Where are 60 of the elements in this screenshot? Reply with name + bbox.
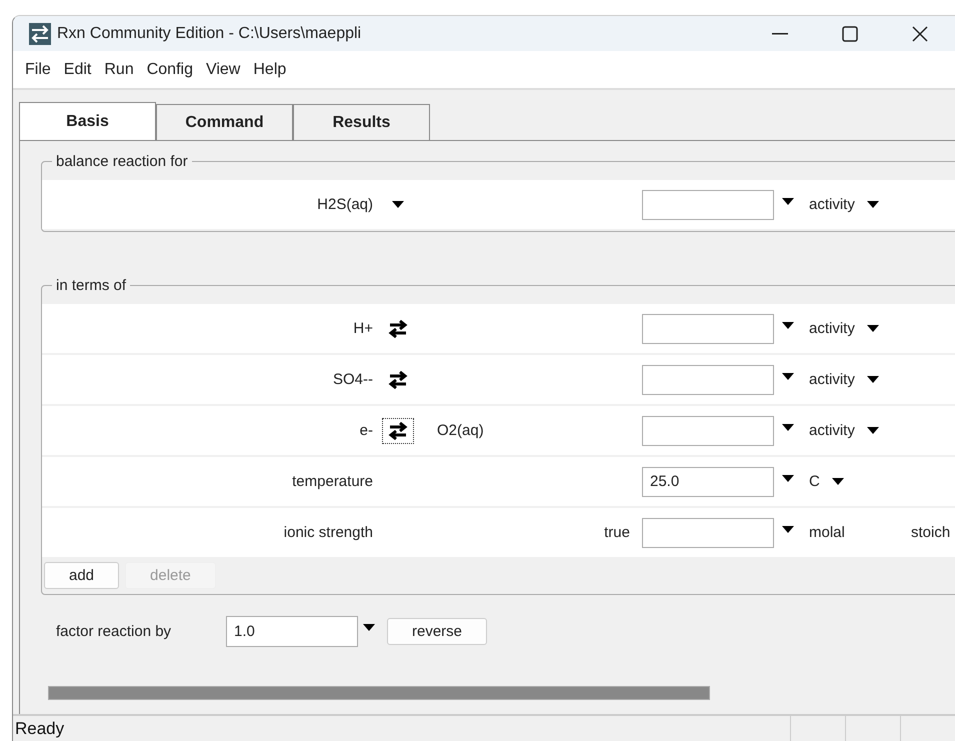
dropdown-caret-icon[interactable] bbox=[782, 424, 794, 431]
value-field[interactable] bbox=[642, 314, 774, 344]
dropdown-caret-icon[interactable] bbox=[363, 624, 375, 630]
factor-label: factor reaction by bbox=[56, 622, 172, 640]
group-title: in terms of bbox=[55, 277, 128, 294]
minimize-icon[interactable] bbox=[772, 32, 788, 34]
row-label: temperature bbox=[291, 473, 373, 490]
row-label: ionic strength bbox=[282, 524, 373, 541]
window-title: Rxn Community Edition - C:\Users\maeppli bbox=[57, 24, 362, 42]
maximize-icon[interactable] bbox=[842, 26, 858, 42]
dropdown-caret-icon[interactable] bbox=[866, 201, 879, 208]
row-label: SO4-- bbox=[332, 371, 373, 388]
swap-arrows-icon bbox=[387, 422, 409, 440]
qualifier-label: true bbox=[603, 524, 631, 541]
row-label: H2S(aq) bbox=[316, 196, 373, 213]
menu-item[interactable]: Edit bbox=[64, 60, 102, 78]
unit-label[interactable]: C bbox=[809, 473, 820, 490]
value-field[interactable] bbox=[642, 364, 774, 394]
value-field[interactable]: 25.0 bbox=[642, 466, 774, 496]
menu-item[interactable]: File bbox=[25, 60, 61, 78]
group-title: balance reaction for bbox=[55, 153, 189, 170]
dropdown-caret-icon[interactable] bbox=[782, 526, 794, 533]
tab[interactable]: Basis bbox=[19, 102, 156, 140]
swap-button[interactable] bbox=[382, 418, 414, 444]
dropdown-caret-icon[interactable] bbox=[866, 325, 879, 332]
dropdown-caret-icon[interactable] bbox=[866, 427, 879, 434]
value-field[interactable] bbox=[642, 518, 774, 548]
menu-item[interactable]: View bbox=[206, 60, 250, 78]
column-label: stoich bbox=[911, 524, 950, 541]
value-field[interactable] bbox=[642, 190, 774, 220]
dropdown-caret-icon[interactable] bbox=[782, 475, 794, 482]
row-label: e- bbox=[358, 422, 373, 439]
close-icon[interactable] bbox=[912, 26, 928, 42]
swap-arrows-icon bbox=[387, 370, 409, 388]
unit-label[interactable]: activity bbox=[809, 371, 855, 388]
dropdown-caret-icon[interactable] bbox=[782, 322, 794, 329]
dropdown-caret-icon[interactable] bbox=[782, 373, 794, 380]
swap-arrows-icon bbox=[387, 320, 409, 338]
menu-item[interactable]: Config bbox=[146, 60, 203, 78]
dropdown-caret-icon[interactable] bbox=[832, 478, 844, 485]
unit-label[interactable]: activity bbox=[809, 196, 855, 213]
dropdown-caret-icon[interactable] bbox=[392, 201, 404, 208]
dropdown-caret-icon[interactable] bbox=[782, 198, 794, 205]
tab[interactable]: Command bbox=[156, 104, 293, 140]
menu-item[interactable]: Help bbox=[253, 60, 296, 78]
row-label: H+ bbox=[352, 320, 373, 337]
unit-label[interactable]: activity bbox=[809, 320, 855, 337]
value-field[interactable] bbox=[642, 416, 774, 446]
dropdown-caret-icon[interactable] bbox=[866, 376, 879, 383]
action-button[interactable]: add bbox=[44, 562, 120, 589]
partner-species: O2(aq) bbox=[436, 422, 484, 439]
status-text: Ready bbox=[14, 719, 66, 739]
menu-item[interactable]: Run bbox=[104, 60, 144, 78]
unit-label: molal bbox=[809, 524, 845, 541]
unit-label[interactable]: activity bbox=[809, 422, 855, 439]
factor-field[interactable]: 1.0 bbox=[226, 616, 358, 646]
reverse-button[interactable]: reverse bbox=[387, 618, 488, 644]
scrollbar-thumb[interactable] bbox=[48, 686, 710, 700]
tab[interactable]: Results bbox=[293, 104, 430, 140]
app-icon bbox=[29, 22, 51, 44]
